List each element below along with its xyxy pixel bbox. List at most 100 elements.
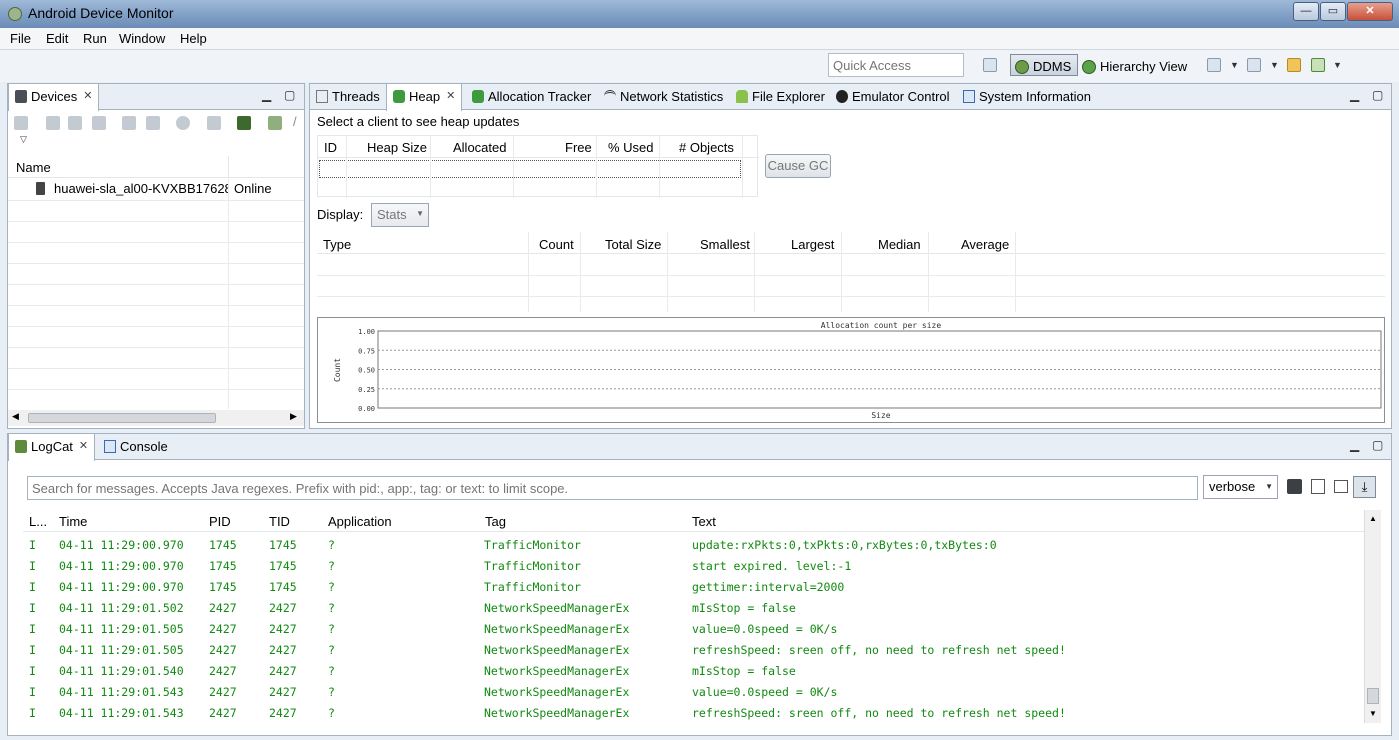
cause-gc-button[interactable]: Cause GC (765, 154, 831, 178)
log-row[interactable]: I 04-11 11:29:01.502 2427 2427? NetworkSpeed… (23, 598, 1364, 619)
column-level[interactable]: L... (29, 514, 47, 529)
save-icon[interactable] (1287, 479, 1302, 494)
tab-allocation-tracker[interactable]: Allocation Tracker (466, 84, 597, 110)
column-objects[interactable]: # Objects (679, 140, 734, 155)
scroll-thumb[interactable] (28, 413, 216, 423)
minimize-button[interactable]: — (1293, 2, 1319, 21)
log-row[interactable]: I 04-11 11:29:01.505 2427 2427? NetworkSpeed… (23, 640, 1364, 661)
column-name[interactable]: Name (16, 160, 51, 175)
log-row[interactable]: I 04-11 11:29:00.970 1745 1745? TrafficMonit… (23, 577, 1364, 598)
column-average[interactable]: Average (961, 237, 1009, 252)
close-button[interactable]: ✕ (1347, 2, 1393, 21)
scroll-thumb[interactable] (1367, 688, 1379, 704)
perspective-hierarchy-view[interactable]: Hierarchy View (1078, 54, 1193, 76)
tab-console[interactable]: Console (98, 434, 174, 460)
maximize-panel-icon[interactable]: ▢ (1372, 438, 1383, 452)
back-icon[interactable] (1287, 58, 1301, 72)
log-level-select[interactable]: verbose ▼ (1203, 475, 1278, 499)
tab-network-statistics[interactable]: Network Statistics (598, 84, 729, 110)
log-row[interactable]: I 04-11 11:29:01.505 2427 2427? NetworkSpeed… (23, 619, 1364, 640)
column-time[interactable]: Time (59, 514, 87, 529)
column-largest[interactable]: Largest (791, 237, 834, 252)
scroll-lock-icon[interactable]: ⤓ (1353, 476, 1376, 498)
run-icon[interactable] (1311, 58, 1325, 72)
heap-summary-header: ID Heap Size Allocated Free % Used # Obj… (318, 136, 759, 158)
close-tab-icon[interactable]: ✕ (83, 89, 92, 102)
dump-view-icon[interactable] (1207, 58, 1221, 72)
menu-window[interactable]: Window (119, 31, 165, 46)
log-row[interactable]: I 04-11 11:29:00.970 1745 1745? TrafficMonit… (23, 556, 1364, 577)
debug-icon[interactable] (14, 116, 28, 130)
toggle-filters-icon[interactable] (1334, 480, 1348, 493)
tab-heap[interactable]: Heap ✕ (386, 84, 463, 111)
tab-threads[interactable]: Threads (310, 84, 386, 110)
heap-summary-row[interactable] (319, 160, 741, 178)
menu-run[interactable]: Run (83, 31, 107, 46)
scroll-left-icon[interactable]: ◀ (12, 411, 19, 422)
log-row[interactable]: I 04-11 11:29:00.970 1745 1745? TrafficMonit… (23, 535, 1364, 556)
column-id[interactable]: ID (324, 140, 337, 155)
minimize-panel-icon[interactable]: ▁ (1350, 88, 1359, 102)
column-heap-size[interactable]: Heap Size (367, 140, 427, 155)
logcat-vertical-scrollbar[interactable]: ▲ ▼ (1364, 510, 1381, 723)
maximize-panel-icon[interactable]: ▢ (284, 88, 295, 102)
devices-horizontal-scrollbar[interactable]: ◀ ▶ (8, 410, 304, 426)
column-total-size[interactable]: Total Size (605, 237, 661, 252)
menu-file[interactable]: File (10, 31, 31, 46)
load-view-icon[interactable] (1247, 58, 1261, 72)
log-row[interactable]: I 04-11 11:29:01.543 2427 2427? NetworkSpeed… (23, 703, 1364, 724)
stop-process-icon[interactable] (176, 116, 190, 130)
maximize-panel-icon[interactable]: ▢ (1372, 88, 1383, 102)
update-threads-icon[interactable] (122, 116, 136, 130)
column-pid[interactable]: PID (209, 514, 231, 529)
display-select[interactable]: Stats ▼ (371, 203, 429, 227)
dropdown-arrow-icon[interactable]: ▼ (1333, 60, 1342, 70)
dropdown-arrow-icon[interactable]: ▼ (1270, 60, 1279, 70)
minimize-panel-icon[interactable]: ▁ (262, 88, 271, 102)
logcat-search-input[interactable] (27, 476, 1198, 500)
column-count[interactable]: Count (539, 237, 574, 252)
column-text[interactable]: Text (692, 514, 716, 529)
tab-emulator-control[interactable]: Emulator Control (830, 84, 956, 110)
screen-capture-icon[interactable] (207, 116, 221, 130)
quick-access-input[interactable] (828, 53, 964, 77)
menu-help[interactable]: Help (180, 31, 207, 46)
view-menu-icon[interactable]: ▽ (20, 134, 27, 145)
tab-devices[interactable]: Devices ✕ (8, 84, 100, 111)
menu-edit[interactable]: Edit (46, 31, 68, 46)
scroll-right-icon[interactable]: ▶ (290, 411, 297, 422)
cause-gc-icon[interactable] (92, 116, 106, 130)
log-row[interactable]: I 04-11 11:29:01.543 2427 2427? NetworkSpeed… (23, 682, 1364, 703)
dropdown-arrow-icon[interactable]: ▼ (1230, 60, 1239, 70)
column-smallest[interactable]: Smallest (700, 237, 750, 252)
start-method-profiling-icon[interactable] (146, 116, 160, 130)
maximize-button[interactable]: ▭ (1320, 2, 1346, 21)
systrace-icon[interactable] (268, 116, 282, 130)
update-heap-icon[interactable] (46, 116, 60, 130)
tab-system-information[interactable]: System Information (957, 84, 1097, 110)
column-percent-used[interactable]: % Used (608, 140, 654, 155)
scroll-down-icon[interactable]: ▼ (1369, 709, 1377, 718)
log-row[interactable]: I 04-11 11:29:01.540 2427 2427? NetworkSpeed… (23, 661, 1364, 682)
close-tab-icon[interactable]: ✕ (79, 439, 88, 452)
column-type[interactable]: Type (323, 237, 351, 252)
minimize-panel-icon[interactable]: ▁ (1350, 438, 1359, 452)
column-application[interactable]: Application (328, 514, 392, 529)
clear-log-icon[interactable] (1311, 479, 1325, 494)
close-tab-icon[interactable]: ✕ (446, 89, 455, 102)
column-tid[interactable]: TID (269, 514, 290, 529)
dump-view-hierarchy-icon[interactable] (237, 116, 251, 130)
column-free[interactable]: Free (565, 140, 592, 155)
dump-hprof-icon[interactable] (68, 116, 82, 130)
tab-logcat[interactable]: LogCat ✕ (8, 434, 96, 461)
more-icon[interactable]: / (293, 114, 297, 129)
tab-file-explorer[interactable]: File Explorer (730, 84, 831, 110)
open-perspective-icon[interactable] (983, 58, 997, 72)
column-allocated[interactable]: Allocated (453, 140, 506, 155)
column-tag[interactable]: Tag (485, 514, 506, 529)
column-median[interactable]: Median (878, 237, 921, 252)
scroll-up-icon[interactable]: ▲ (1369, 514, 1377, 523)
phone-icon (15, 90, 27, 103)
perspective-ddms[interactable]: DDMS (1010, 54, 1079, 76)
device-row[interactable]: huawei-sla_al00-KVXBB176285 Online (8, 179, 304, 199)
